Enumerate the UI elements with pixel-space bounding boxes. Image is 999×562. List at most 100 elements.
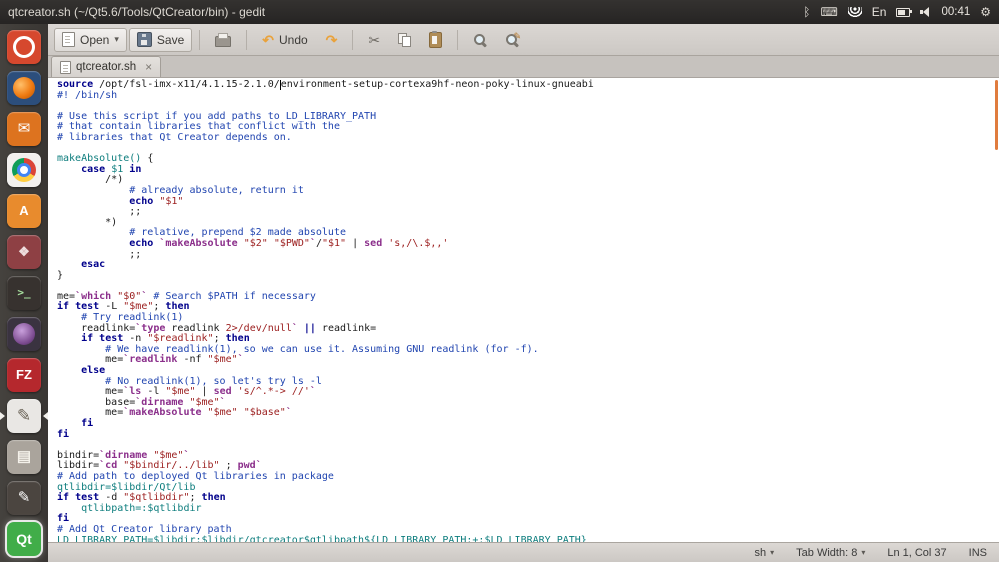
code-line: if test -L "$me"; then [57, 302, 999, 313]
cursor-position[interactable]: Ln 1, Col 37 [887, 547, 946, 559]
undo-icon: ↶ [262, 33, 274, 47]
firefox-icon[interactable] [0, 67, 48, 108]
session-gear-icon[interactable]: ⚙ [980, 6, 991, 18]
search-icon [473, 33, 487, 47]
copy-icon [398, 33, 411, 47]
ubuntu-dash-button-tile [7, 30, 41, 64]
save-icon [137, 32, 152, 47]
save-button-label: Save [157, 33, 184, 47]
text-editor-area[interactable]: source /opt/fsl-imx-x11/4.1.15-2.1.0/env… [48, 78, 999, 542]
cut-button[interactable]: ✂ [360, 28, 388, 52]
code-line: me=`makeAbsolute "$me" "$base"` [57, 408, 999, 419]
code-line: ;; [57, 250, 999, 261]
chevron-down-icon: ▾ [114, 34, 119, 45]
code-line: # already absolute, return it [57, 186, 999, 197]
window-title: qtcreator.sh (~/Qt5.6/Tools/QtCreator/bi… [8, 5, 265, 19]
toolbar-separator [352, 30, 353, 50]
keyboard-icon[interactable]: ⌨ [820, 6, 837, 18]
amazon-icon[interactable]: A [0, 190, 48, 231]
print-button[interactable] [207, 28, 239, 52]
redo-icon: ↷ [326, 33, 338, 47]
launcher: ✉ A ❖ >_ FZ ✎ ▤ ✎ Qt [0, 24, 48, 562]
qt-creator-icon-glyph: Qt [16, 532, 32, 546]
redo-button[interactable]: ↷ [318, 28, 346, 52]
terminal-icon[interactable]: >_ [0, 272, 48, 313]
open-button[interactable]: Open ▾ [54, 28, 127, 52]
code-line: esac [57, 260, 999, 271]
undo-button-label: Undo [279, 33, 308, 47]
battery-icon[interactable] [896, 8, 910, 17]
cursor-position-label: Ln 1, Col 37 [887, 547, 946, 559]
toolbar-separator [199, 30, 200, 50]
code-line: } [57, 271, 999, 282]
tab-close-icon[interactable]: × [145, 61, 152, 73]
code-line [57, 440, 999, 451]
insert-mode-label: INS [969, 547, 987, 559]
filezilla-icon[interactable]: FZ [0, 354, 48, 395]
code-line: # libraries that Qt Creator depends on. [57, 133, 999, 144]
thunderbird-icon-glyph: ✉ [18, 121, 31, 136]
copy-button[interactable] [390, 28, 419, 52]
toolbar-separator [457, 30, 458, 50]
gedit-icon[interactable]: ✎ [0, 395, 48, 436]
document-icon [62, 32, 75, 47]
clock[interactable]: 00:41 [941, 6, 970, 18]
code-line: qtlibpath=:$qtlibdir [57, 504, 999, 515]
firefox-icon-tile [7, 71, 41, 105]
pencil-icon: ✎ [514, 31, 522, 42]
ubuntu-dash-button[interactable] [0, 26, 48, 67]
thunderbird-icon-tile: ✉ [7, 112, 41, 146]
thunderbird-icon[interactable]: ✉ [0, 108, 48, 149]
code-line: me=`which "$0"` # Search $PATH if necess… [57, 292, 999, 303]
code-line: fi [57, 419, 999, 430]
qt-creator-icon[interactable]: Qt [0, 518, 48, 559]
status-bar: sh ▾ Tab Width: 8 ▾ Ln 1, Col 37 INS [48, 542, 999, 562]
amazon-icon-tile: A [7, 194, 41, 228]
code-line: echo "$1" [57, 197, 999, 208]
chevron-down-icon: ▾ [861, 548, 865, 557]
language-selector[interactable]: sh ▾ [755, 547, 775, 559]
volume-icon[interactable] [920, 7, 931, 17]
terminal-icon-tile: >_ [7, 276, 41, 310]
save-button[interactable]: Save [129, 28, 192, 52]
tab-width-label: Tab Width: 8 [796, 547, 857, 559]
image-editor-icon-tile: ✎ [7, 481, 41, 515]
system-settings-icon[interactable] [0, 313, 48, 354]
chevron-down-icon: ▾ [770, 548, 774, 557]
code-line: source /opt/fsl-imx-x11/4.1.15-2.1.0/env… [57, 80, 999, 91]
bluetooth-icon[interactable]: ᛒ [803, 6, 810, 18]
code-line: LD_LIBRARY_PATH=$libdir:$libdir/qtcreato… [57, 536, 999, 542]
code-line: me=`readlink -nf "$me"` [57, 355, 999, 366]
filezilla-icon-glyph: FZ [16, 368, 32, 381]
search-button[interactable] [465, 28, 495, 52]
code-line: fi [57, 430, 999, 441]
qt-creator-icon-tile: Qt [7, 522, 41, 556]
software-center-icon[interactable]: ❖ [0, 231, 48, 272]
chromium-icon[interactable] [0, 149, 48, 190]
code-line [57, 144, 999, 155]
amazon-icon-glyph: A [19, 204, 28, 217]
tab-qtcreator-sh[interactable]: qtcreator.sh × [51, 56, 161, 77]
search-replace-icon: ✎ [505, 33, 519, 47]
language-label: sh [755, 547, 767, 559]
gedit-icon-glyph: ✎ [17, 407, 31, 424]
document-icon [60, 61, 71, 74]
files-icon[interactable]: ▤ [0, 436, 48, 477]
paste-button[interactable] [421, 28, 450, 52]
code-line: #! /bin/sh [57, 91, 999, 102]
software-center-icon-glyph: ❖ [18, 245, 30, 258]
editor-code: source /opt/fsl-imx-x11/4.1.15-2.1.0/env… [48, 80, 999, 542]
system-settings-icon-tile [7, 317, 41, 351]
search-replace-button[interactable]: ✎ [497, 28, 527, 52]
cut-icon: ✂ [368, 33, 380, 47]
files-icon-tile: ▤ [7, 440, 41, 474]
filezilla-icon-tile: FZ [7, 358, 41, 392]
insert-mode-indicator: INS [969, 547, 987, 559]
input-indicator[interactable]: En [872, 5, 887, 19]
image-editor-icon[interactable]: ✎ [0, 477, 48, 518]
tab-width-selector[interactable]: Tab Width: 8 ▾ [796, 547, 865, 559]
wifi-icon[interactable] [848, 7, 862, 17]
terminal-icon-glyph: >_ [17, 287, 30, 298]
undo-button[interactable]: ↶ Undo [254, 28, 315, 52]
overlay-scrollbar[interactable] [995, 80, 998, 150]
